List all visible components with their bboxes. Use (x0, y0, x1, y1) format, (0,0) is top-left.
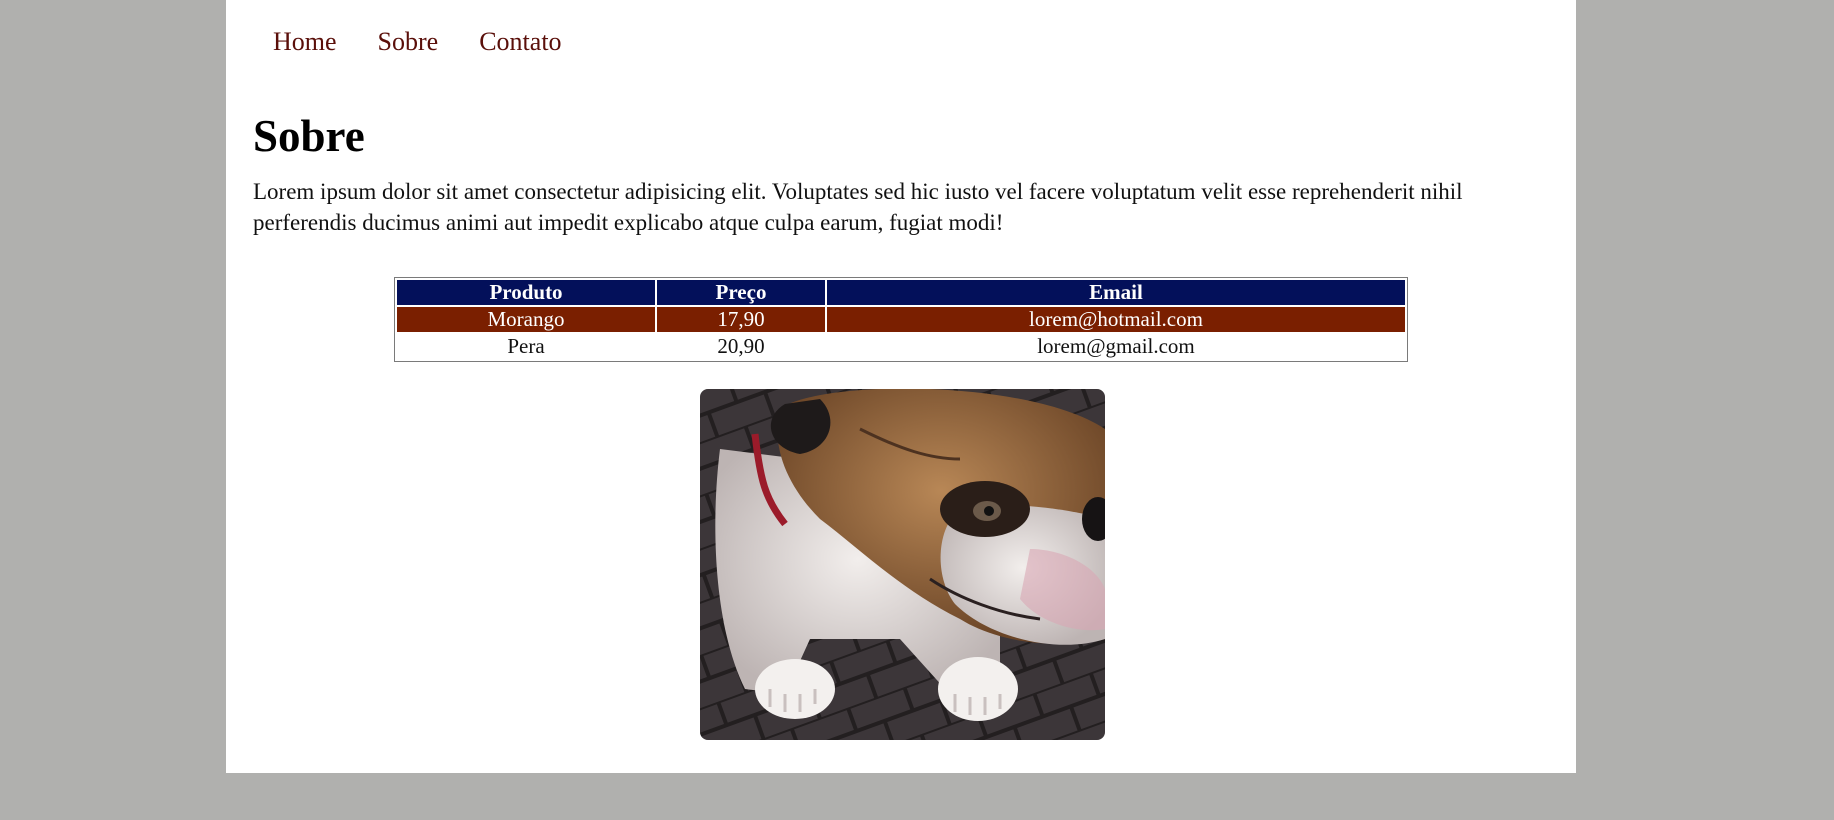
cell-email: lorem@gmail.com (827, 334, 1405, 359)
bulldog-image (700, 389, 1105, 740)
cell-produto: Pera (397, 334, 655, 359)
bulldog-photo (700, 389, 1105, 740)
top-nav: Home Sobre Contato (273, 26, 603, 58)
column-header-preco: Preço (657, 280, 825, 305)
page-container: Home Sobre Contato Sobre Lorem ipsum dol… (226, 0, 1576, 773)
table-row: Pera 20,90 lorem@gmail.com (397, 334, 1405, 359)
products-table: Produto Preço Email Morango 17,90 lorem@… (394, 277, 1408, 362)
table-header-row: Produto Preço Email (397, 280, 1405, 305)
cell-produto: Morango (397, 307, 655, 332)
column-header-email: Email (827, 280, 1405, 305)
page-title: Sobre (253, 111, 365, 161)
cell-preco: 17,90 (657, 307, 825, 332)
intro-paragraph: Lorem ipsum dolor sit amet consectetur a… (253, 179, 1463, 235)
nav-link-contato[interactable]: Contato (479, 26, 561, 58)
column-header-produto: Produto (397, 280, 655, 305)
nav-link-sobre[interactable]: Sobre (378, 26, 439, 58)
cell-email: lorem@hotmail.com (827, 307, 1405, 332)
table-row: Morango 17,90 lorem@hotmail.com (397, 307, 1405, 332)
cell-preco: 20,90 (657, 334, 825, 359)
nav-link-home[interactable]: Home (273, 26, 337, 58)
